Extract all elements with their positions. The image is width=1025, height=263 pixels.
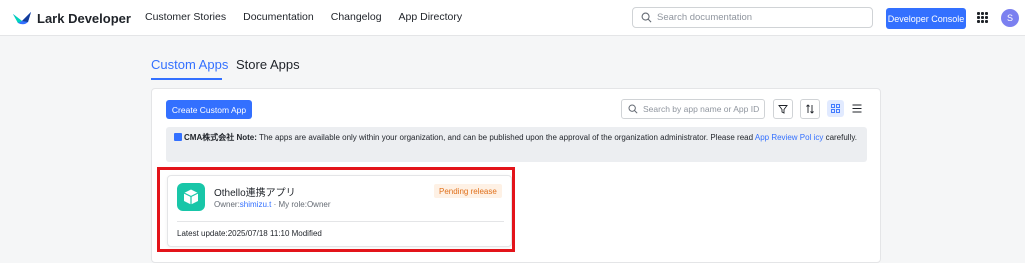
developer-console-button[interactable]: Developer Console [886,8,966,29]
top-nav: Lark Developer Customer Stories Document… [0,0,1025,36]
list-view-toggle[interactable] [848,100,865,117]
grid-view-icon [831,104,840,113]
filter-icon [778,105,788,114]
app-search-placeholder: Search by app name or App ID [643,104,760,114]
organization-notice: CMA株式会社 Note: The apps are available onl… [166,127,867,162]
app-review-policy-link[interactable]: App Review Pol icy [755,133,823,142]
nav-links: Customer Stories Documentation Changelog… [145,11,479,23]
brand-name: Lark Developer [37,10,131,26]
tab-store-apps[interactable]: Store Apps [236,57,300,72]
notice-text: The apps are available only within your … [256,133,755,142]
app-search-input[interactable]: Search by app name or App ID [621,99,765,119]
nav-link-app-directory[interactable]: App Directory [399,11,463,23]
apps-grid-icon[interactable] [977,12,988,23]
create-custom-app-button[interactable]: Create Custom App [166,100,252,119]
doc-search-placeholder: Search documentation [657,12,753,23]
lark-bird-icon [13,12,31,25]
nav-link-documentation[interactable]: Documentation [243,11,314,23]
nav-link-changelog[interactable]: Changelog [331,11,382,23]
filter-button[interactable] [773,99,793,119]
sort-icon [806,104,814,114]
list-view-icon [852,104,861,113]
tab-custom-apps[interactable]: Custom Apps [151,57,228,72]
nav-link-customer-stories[interactable]: Customer Stories [145,11,226,23]
search-icon [628,104,638,114]
brand-logo[interactable]: Lark Developer [12,9,131,27]
notice-org: CMA株式会社 Note: [184,133,257,142]
avatar[interactable]: S [1001,9,1019,27]
highlight-box [157,167,515,252]
sort-button[interactable] [800,99,820,119]
active-tab-indicator [151,78,222,80]
info-icon [174,133,182,141]
notice-suffix: carefully. [823,133,857,142]
doc-search-input[interactable]: Search documentation [632,7,873,28]
search-icon [641,12,652,23]
card-view-toggle[interactable] [827,100,844,117]
